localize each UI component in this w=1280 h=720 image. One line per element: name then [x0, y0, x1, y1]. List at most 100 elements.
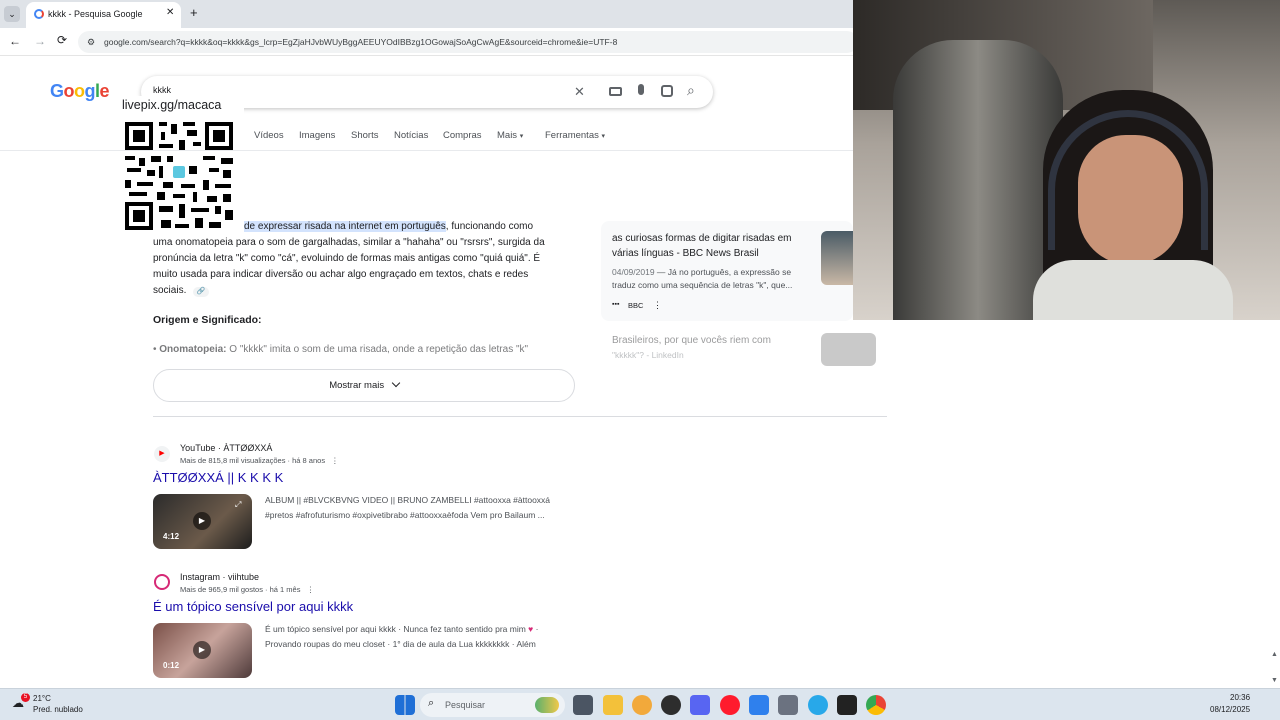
clock-date[interactable]: 08/12/2025 — [1210, 705, 1250, 714]
source-card[interactable]: as curiosas formas de digitar risadas em… — [601, 221, 853, 321]
webcam-overlay — [853, 0, 1280, 320]
section-heading: Origem e Significado: — [153, 314, 262, 326]
expand-icon[interactable]: ⤢ — [235, 500, 241, 510]
qr-label: livepix.gg/macaca — [122, 98, 222, 112]
tab-shorts[interactable]: Shorts — [351, 130, 378, 141]
result-desc-1: É um tópico sensível por aqui kkkk · Nun… — [265, 624, 539, 634]
tab-shopping[interactable]: Compras — [443, 130, 482, 141]
ai-answer-line1: de expressar risada na internet em portu… — [244, 219, 533, 235]
play-icon[interactable]: ▶ — [193, 641, 211, 659]
result-title-link[interactable]: É um tópico sensível por aqui kkkk — [153, 599, 353, 614]
tab-videos[interactable]: Vídeos — [254, 130, 284, 141]
taskbar-search-label: Pesquisar — [445, 700, 486, 710]
bullet-text: O "kkkk" imita o som de uma risada, onde… — [226, 344, 529, 354]
tab-more-label: Mais — [497, 130, 518, 141]
new-tab-button[interactable]: + — [190, 5, 198, 20]
chrome-canary-icon[interactable] — [632, 695, 652, 715]
tab-tools[interactable]: Ferramentas ▾ — [545, 130, 605, 141]
qr-overlay: livepix.gg/macaca — [118, 96, 244, 234]
video-thumbnail[interactable]: ▶ ⤢ 4:12 — [153, 494, 252, 549]
source-card-2[interactable]: Brasileiros, por que vocês riem com "kkk… — [601, 326, 881, 366]
weather-temp: 21°C — [33, 694, 51, 703]
video-thumbnail[interactable]: ▶ 0:12 — [153, 623, 252, 678]
back-icon[interactable]: ← — [9, 34, 21, 48]
telegram-icon[interactable] — [808, 695, 828, 715]
show-more-button[interactable]: Mostrar mais — [153, 369, 575, 402]
browser-tab[interactable]: kkkk - Pesquisa Google ✕ — [26, 2, 181, 28]
search-input[interactable]: kkkk — [153, 85, 171, 95]
result-title-link[interactable]: ÀTTØØXXÁ || K K K K — [153, 470, 283, 485]
ai-answer-line4: muito usada para indicar diversão ou ach… — [153, 269, 529, 280]
tab-title: kkkk - Pesquisa Google — [48, 9, 143, 19]
keyboard-icon[interactable] — [609, 87, 622, 96]
bullet-bold: Onomatopeia: — [159, 344, 227, 354]
weather-desc: Pred. nublado — [33, 705, 83, 714]
result-platform-name: YouTube — [180, 443, 216, 453]
source-card-source: BBC — [628, 301, 644, 310]
clear-search-icon[interactable]: ✕ — [574, 84, 585, 100]
source-card-2-title: Brasileiros, por que vocês riem com — [612, 335, 771, 346]
ai-answer-line3: pronúncia da letra "k" como "cá", evolui… — [153, 253, 541, 264]
tab-search-button[interactable]: ⌄ — [4, 6, 20, 22]
microphone-icon[interactable] — [638, 84, 644, 95]
clock-time[interactable]: 20:36 — [1230, 693, 1250, 702]
result-platform: YouTube · ÀTTØØXXÁ — [180, 443, 273, 453]
tab-images[interactable]: Imagens — [299, 130, 335, 141]
qr-code-icon — [123, 120, 235, 232]
instagram-icon — [154, 574, 170, 590]
notification-badge: 5 — [21, 693, 30, 702]
file-explorer-icon[interactable] — [603, 695, 623, 715]
reload-icon[interactable]: ⟳ — [57, 33, 67, 47]
obs-icon[interactable] — [661, 695, 681, 715]
video-duration: 4:12 — [163, 532, 180, 541]
streamlabs-icon[interactable] — [749, 695, 769, 715]
game-launcher-icon[interactable] — [837, 695, 857, 715]
chevron-down-icon — [391, 378, 401, 388]
windows-taskbar: ☁ 5 21°C Pred. nublado ⌕ Pesquisar 20:36… — [0, 688, 1280, 720]
site-info-icon[interactable]: ⚙ — [87, 31, 95, 53]
source-card-thumbnail — [821, 231, 853, 285]
source-card-2-snippet: "kkkkk"? - LinkedIn — [612, 350, 684, 360]
bullet-item: • Onomatopeia: O "kkkk" imita o som de u… — [153, 342, 528, 354]
tab-close-icon[interactable]: ✕ — [166, 7, 174, 18]
source-card-snippet: 04/09/2019 — Já no português, a expressã… — [612, 266, 812, 292]
google-logo[interactable]: Google — [50, 81, 110, 102]
scrollbar-up-arrow[interactable]: ▲ — [1271, 651, 1278, 658]
lens-icon[interactable] — [661, 85, 673, 97]
play-icon[interactable]: ▶ — [193, 512, 211, 530]
task-view-icon[interactable] — [573, 695, 593, 715]
result-meta: Mais de 965,9 mil gostos · há 1 mês ⋮ — [180, 585, 314, 594]
heart-icon: ♥ — [528, 624, 534, 634]
tab-more[interactable]: Mais ▾ — [497, 130, 523, 141]
more-options-icon[interactable]: ⋮ — [307, 585, 315, 594]
forward-icon[interactable]: → — [34, 34, 46, 48]
tab-tools-label: Ferramentas — [545, 130, 599, 141]
discord-icon[interactable] — [690, 695, 710, 715]
bbc-logo-icon: ▪▪▪ — [612, 301, 620, 308]
result-desc-1-text: É um tópico sensível por aqui kkkk · Nun… — [265, 624, 526, 634]
search-highlight-icon — [535, 697, 559, 713]
search-icon: ⌕ — [428, 697, 435, 709]
result-platform-name: Instagram — [180, 572, 221, 582]
taskbar-search[interactable]: ⌕ Pesquisar — [420, 693, 565, 717]
link-chip-icon[interactable]: 🔗 — [193, 287, 210, 297]
search-icon[interactable]: ⌕ — [687, 82, 695, 99]
opera-icon[interactable] — [720, 695, 740, 715]
address-bar[interactable]: ⚙ google.com/search?q=kkkk&oq=kkkk&gs_lc… — [78, 31, 858, 53]
scrollbar-down-arrow[interactable]: ▼ — [1271, 677, 1278, 684]
tab-news[interactable]: Notícias — [394, 130, 428, 141]
show-more-label: Mostrar mais — [329, 380, 385, 391]
ai-answer-line2: uma onomatopeia para o som de gargalhada… — [153, 237, 545, 248]
chrome-icon[interactable] — [866, 695, 886, 715]
app-icon[interactable] — [778, 695, 798, 715]
webcam-chair — [893, 40, 1063, 320]
more-options-icon[interactable]: ⋮ — [331, 456, 339, 465]
section-divider — [153, 416, 887, 417]
windows-start-icon[interactable] — [395, 695, 415, 715]
result-desc-1: ALBUM || #BLVCKBVNG VIDEO || BRUNO ZAMBE… — [265, 495, 551, 505]
weather-widget[interactable]: ☁ 5 21°C Pred. nublado — [12, 693, 112, 717]
webcam-shirt — [1033, 260, 1233, 320]
more-options-icon[interactable]: ⋮ — [653, 300, 662, 311]
result-platform: Instagram · viihtube — [180, 572, 260, 582]
result-author: viihtube — [228, 572, 260, 582]
